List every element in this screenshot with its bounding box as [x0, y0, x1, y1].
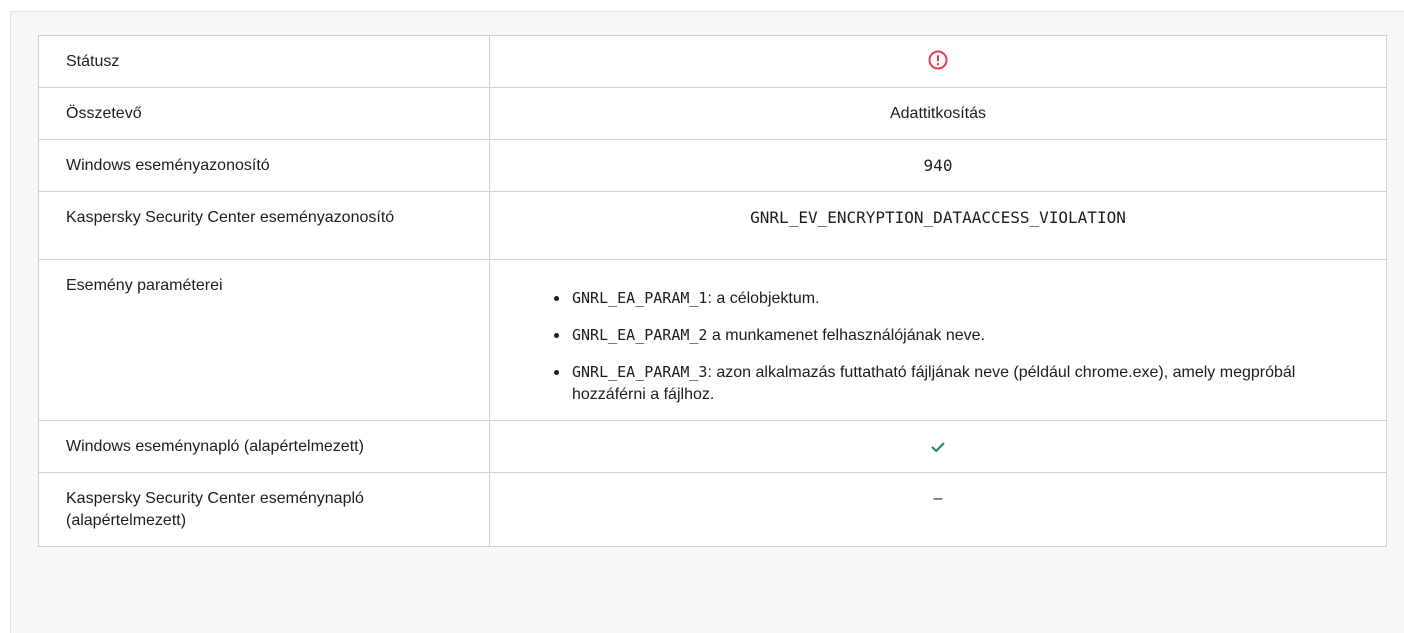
warning-circle-icon — [928, 50, 948, 70]
row-value-ksc-log: – — [489, 472, 1387, 547]
table-row-ksc-event-id: Kaspersky Security Center eseményazonosí… — [38, 191, 1387, 260]
row-label-windows-log: Windows eseménynapló (alapértelmezett) — [38, 420, 490, 473]
bullet-icon — [554, 370, 559, 375]
event-params-list: GNRL_EA_PARAM_1: a célobjektum. GNRL_EA_… — [510, 287, 1366, 406]
table-row-windows-event-id: Windows eseményazonosító 940 — [38, 139, 1387, 192]
check-icon — [930, 439, 946, 455]
row-label-windows-event-id: Windows eseményazonosító — [38, 139, 490, 192]
param-text: : a célobjektum. — [707, 290, 820, 307]
param-code: GNRL_EA_PARAM_1 — [572, 289, 708, 307]
list-item-param-1: GNRL_EA_PARAM_1: a célobjektum. — [544, 287, 1366, 310]
bullet-icon — [554, 296, 559, 301]
list-item-param-2: GNRL_EA_PARAM_2 a munkamenet felhasználó… — [544, 324, 1366, 347]
row-label-ksc-event-id: Kaspersky Security Center eseményazonosí… — [38, 191, 490, 260]
bullet-icon — [554, 333, 559, 338]
row-value-status — [489, 35, 1387, 88]
content-panel: Státusz Összetevő Adattitkosítás Windows… — [10, 11, 1404, 633]
row-label-status: Státusz — [38, 35, 490, 88]
list-item-param-3: GNRL_EA_PARAM_3: azon alkalmazás futtath… — [544, 361, 1366, 406]
param-text: a munkamenet felhasználójának neve. — [707, 327, 985, 344]
row-value-event-params: GNRL_EA_PARAM_1: a célobjektum. GNRL_EA_… — [489, 259, 1387, 421]
event-details-table: Státusz Összetevő Adattitkosítás Windows… — [38, 35, 1387, 547]
row-value-windows-event-id: 940 — [489, 139, 1387, 192]
row-value-windows-log — [489, 420, 1387, 473]
table-row-component: Összetevő Adattitkosítás — [38, 87, 1387, 140]
row-label-component: Összetevő — [38, 87, 490, 140]
table-row-status: Státusz — [38, 35, 1387, 88]
table-row-ksc-log: Kaspersky Security Center eseménynapló (… — [38, 472, 1387, 547]
param-code: GNRL_EA_PARAM_2 — [572, 326, 708, 344]
table-row-windows-log: Windows eseménynapló (alapértelmezett) — [38, 420, 1387, 473]
row-value-component: Adattitkosítás — [489, 87, 1387, 140]
row-value-ksc-event-id: GNRL_EV_ENCRYPTION_DATAACCESS_VIOLATION — [489, 191, 1387, 260]
row-label-ksc-log: Kaspersky Security Center eseménynapló (… — [38, 472, 490, 547]
table-row-event-params: Esemény paraméterei GNRL_EA_PARAM_1: a c… — [38, 259, 1387, 421]
row-label-event-params: Esemény paraméterei — [38, 259, 490, 421]
param-code: GNRL_EA_PARAM_3 — [572, 363, 708, 381]
